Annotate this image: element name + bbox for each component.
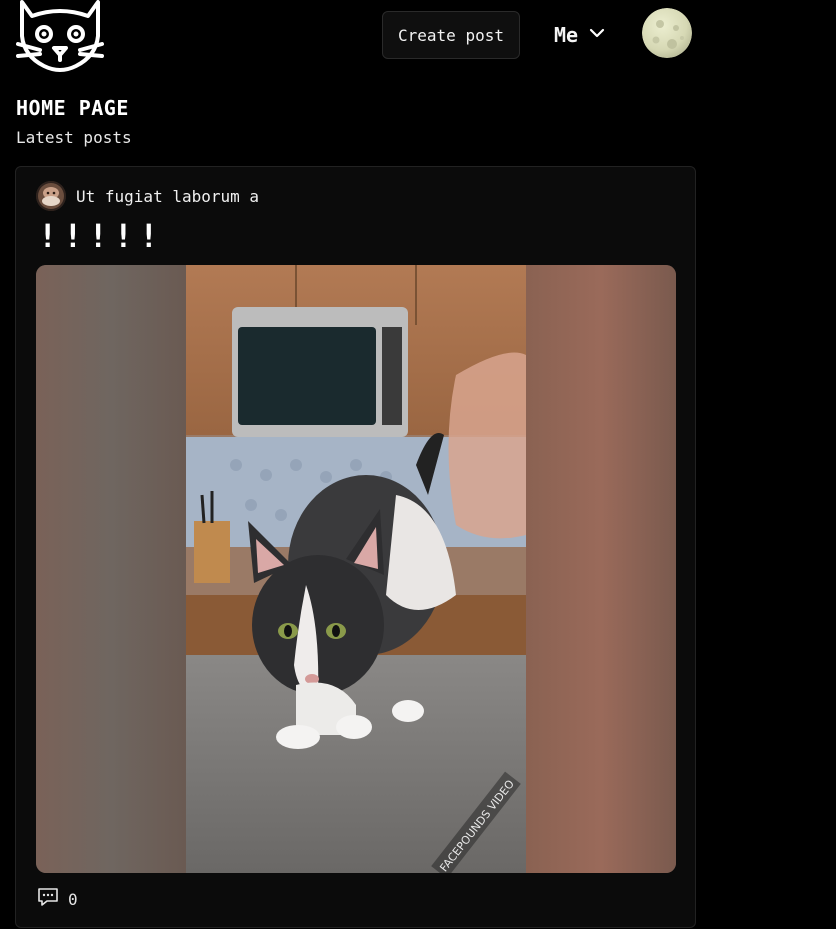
post-author[interactable]: Ut fugiat laborum a	[36, 181, 259, 211]
moon-avatar-icon	[642, 8, 692, 58]
author-avatar[interactable]	[36, 181, 66, 211]
top-navbar: Create post Me	[0, 0, 836, 80]
author-name[interactable]: Ut fugiat laborum a	[76, 187, 259, 206]
chevron-down-icon	[588, 24, 606, 46]
user-menu-label: Me	[554, 23, 579, 47]
post-title[interactable]: !!!!!	[38, 217, 164, 255]
user-menu-dropdown[interactable]: Me	[554, 18, 606, 52]
post-card[interactable]: Ut fugiat laborum a !!!!! FACEPOUNDS VID…	[15, 166, 696, 928]
page-subtitle: Latest posts	[16, 128, 132, 147]
create-post-button[interactable]: Create post	[382, 11, 520, 59]
comment-count: 0	[68, 889, 78, 909]
post-media-video[interactable]: FACEPOUNDS VIDEO	[36, 265, 676, 873]
page-title: HOME PAGE	[16, 96, 129, 120]
comment-bubble-icon	[36, 885, 60, 913]
cat-logo-icon[interactable]	[16, 0, 104, 74]
post-comments[interactable]: 0	[36, 885, 78, 913]
user-avatar[interactable]	[642, 8, 692, 58]
